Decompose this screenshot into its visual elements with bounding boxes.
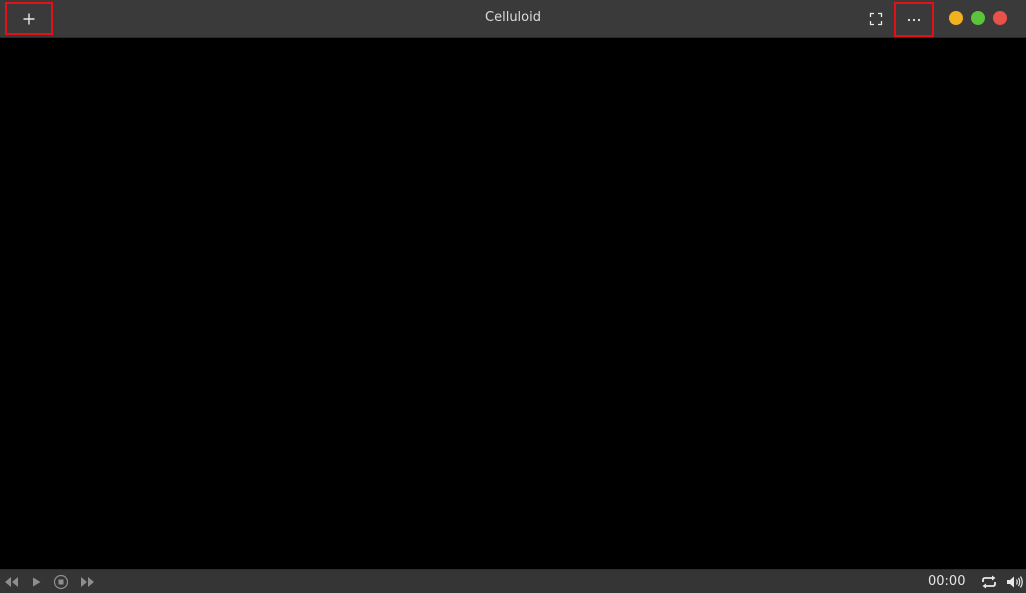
maximize-button[interactable]: [971, 11, 985, 25]
control-bar: 00:00: [0, 569, 1026, 593]
loop-icon: [982, 575, 996, 589]
fast-forward-icon: [81, 577, 94, 587]
volume-icon: [1007, 576, 1023, 588]
fullscreen-button[interactable]: [864, 8, 888, 30]
minimize-button[interactable]: [949, 11, 963, 25]
more-horizontal-icon: [896, 4, 932, 35]
play-button[interactable]: [28, 573, 44, 591]
stop-button[interactable]: [52, 573, 70, 591]
stop-icon: [53, 574, 69, 590]
plus-icon: [7, 4, 51, 33]
play-icon: [33, 577, 41, 587]
rewind-button[interactable]: [2, 573, 20, 591]
close-button[interactable]: [993, 11, 1007, 25]
time-label: 00:00: [928, 574, 966, 589]
main-menu-button[interactable]: [894, 2, 934, 37]
volume-button[interactable]: [1005, 573, 1025, 591]
add-button[interactable]: [5, 2, 53, 35]
fullscreen-icon: [869, 12, 883, 26]
loop-button[interactable]: [979, 573, 999, 591]
rewind-icon: [5, 577, 18, 587]
header-bar: Celluloid: [0, 0, 1026, 38]
fast-forward-button[interactable]: [79, 573, 97, 591]
video-area[interactable]: [0, 39, 1026, 569]
